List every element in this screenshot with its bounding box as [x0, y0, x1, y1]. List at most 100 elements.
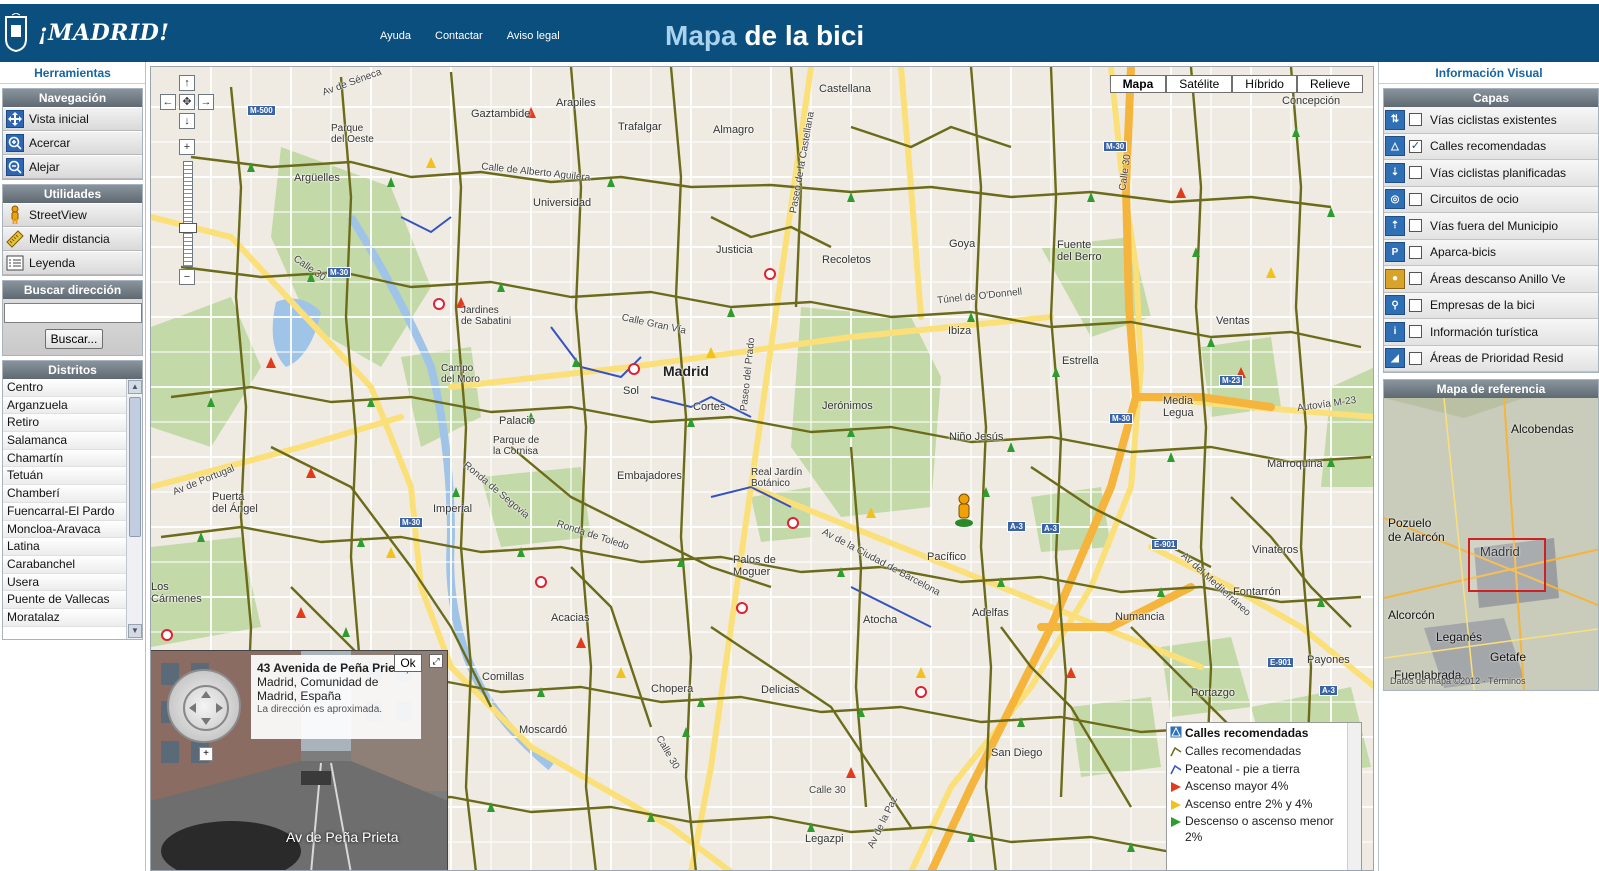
streetview-zoom-in-icon[interactable]: + — [199, 747, 213, 761]
legend-item-moderate: Ascenso entre 2% y 4% — [1167, 796, 1361, 814]
map-label-jeronimos: Jerónimos — [822, 400, 873, 412]
map-label-nino-jesus: Niño Jesús — [949, 431, 1004, 443]
zoom-out-button[interactable]: Alejar — [3, 155, 142, 179]
layer-label: Calles recomendadas — [1430, 139, 1547, 154]
streetview-button[interactable]: StreetView — [3, 203, 142, 227]
streetview-nav-control[interactable] — [167, 669, 241, 743]
map-label-numancia: Numancia — [1115, 611, 1165, 623]
nav-contactar[interactable]: Contactar — [435, 30, 483, 42]
layer-label: Circuitos de ocio — [1430, 192, 1519, 207]
move-icon — [5, 109, 25, 129]
districts-list: Centro Arganzuela Retiro Salamanca Chama… — [3, 379, 127, 627]
scroll-thumb[interactable] — [129, 397, 141, 537]
map-zoom-out-icon[interactable]: − — [179, 269, 195, 285]
streetview-panel[interactable]: + 43 Avenida de Peña Prieta, Madrid, Com… — [151, 650, 448, 870]
district-chamberi[interactable]: Chamberí — [3, 485, 127, 503]
district-latina[interactable]: Latina — [3, 538, 127, 556]
layer-checkbox[interactable] — [1409, 272, 1422, 286]
hwy-shield-e901-a: E-901 — [1151, 539, 1179, 550]
rest-area-icon: ● — [1385, 268, 1405, 289]
layer-areas-prioridad[interactable]: ◢ Áreas de Prioridad Resid — [1384, 345, 1598, 372]
district-puente-vallecas[interactable]: Puente de Vallecas — [3, 591, 127, 609]
layer-checkbox[interactable] — [1409, 113, 1422, 127]
legend-title-icon — [1170, 726, 1182, 738]
zoom-slider-thumb[interactable] — [179, 223, 197, 233]
map-zoom-in-icon[interactable]: + — [179, 139, 195, 155]
map-label-sol: Sol — [623, 385, 639, 397]
district-tetuan[interactable]: Tetuán — [3, 467, 127, 486]
district-fuencarral[interactable]: Fuencarral-El Pardo — [3, 502, 127, 521]
layer-areas-descanso[interactable]: ● Áreas descanso Anillo Ve — [1384, 266, 1598, 293]
district-usera[interactable]: Usera — [3, 573, 127, 592]
legend-scrollbar[interactable] — [1347, 723, 1361, 870]
layer-empresas-bici[interactable]: ⚲ Empresas de la bici — [1384, 292, 1598, 319]
legend-button[interactable]: Leyenda — [3, 251, 142, 275]
address-search-input[interactable] — [3, 303, 142, 323]
measure-distance-button[interactable]: Medir distancia — [3, 227, 142, 251]
priority-area-icon: ◢ — [1385, 348, 1405, 369]
map-canvas[interactable]: Madrid Arapiles Castellana Gaztambide Tr… — [150, 66, 1374, 871]
layer-checkbox[interactable] — [1409, 351, 1422, 365]
search-button[interactable]: Buscar... — [45, 329, 103, 349]
layer-calles-recomendadas[interactable]: △ ✓ Calles recomendadas — [1384, 133, 1598, 160]
zoom-out-icon — [5, 157, 25, 177]
scroll-down-icon[interactable]: ▼ — [128, 624, 142, 638]
layer-checkbox-checked[interactable]: ✓ — [1409, 139, 1422, 153]
layer-checkbox[interactable] — [1409, 298, 1422, 312]
map-label-comillas: Comillas — [482, 671, 525, 683]
district-chamartin[interactable]: Chamartín — [3, 449, 127, 468]
layer-checkbox[interactable] — [1409, 325, 1422, 339]
initial-view-button[interactable]: Vista inicial — [3, 107, 142, 131]
district-moratalaz[interactable]: Moratalaz — [3, 608, 127, 627]
reference-map[interactable]: Alcobendas Madrid Pozuelo de Alarcón Alc… — [1384, 398, 1598, 690]
pan-down-icon[interactable]: ↓ — [179, 113, 195, 129]
district-carabanchel[interactable]: Carabanchel — [3, 555, 127, 574]
zoom-slider-track[interactable] — [183, 161, 193, 267]
madrid-logo[interactable]: ¡MADRID! — [4, 10, 169, 56]
streetview-ok-button[interactable]: Ok — [394, 654, 422, 672]
map-label-castellana: Castellana — [819, 83, 871, 95]
layer-vias-ciclistas[interactable]: ⇅ Vías ciclistas existentes — [1384, 107, 1598, 134]
layer-vias-planificadas[interactable]: ⇣ Vías ciclistas planificadas — [1384, 160, 1598, 187]
olive-line-icon — [1170, 746, 1182, 757]
layer-circuitos-ocio[interactable]: ◎ Circuitos de ocio — [1384, 186, 1598, 213]
districts-scrollbar[interactable]: ▲ ▼ — [126, 379, 142, 639]
map-type-hibrido[interactable]: Híbrido — [1232, 75, 1297, 93]
measure-distance-label: Medir distancia — [29, 232, 110, 246]
nav-ayuda[interactable]: Ayuda — [380, 30, 411, 42]
madrid-shield-icon — [5, 13, 27, 53]
pan-left-icon[interactable]: ← — [160, 94, 176, 110]
district-moncloa[interactable]: Moncloa-Aravaca — [3, 520, 127, 539]
map-label-madrid: Madrid — [663, 363, 709, 379]
utilities-header: Utilidades — [3, 185, 142, 203]
map-type-satelite[interactable]: Satélite — [1166, 75, 1233, 93]
streetview-expand-icon[interactable]: ⤢ — [429, 654, 443, 668]
layer-checkbox[interactable] — [1409, 192, 1422, 206]
district-retiro[interactable]: Retiro — [3, 414, 127, 433]
district-salamanca[interactable]: Salamanca — [3, 432, 127, 450]
map-label-cortes: Cortes — [693, 401, 726, 413]
district-arganzuela[interactable]: Arganzuela — [3, 396, 127, 415]
layer-informacion-turistica[interactable]: i Información turística — [1384, 319, 1598, 346]
layer-vias-fuera[interactable]: ⇡ Vías fuera del Municipio — [1384, 213, 1598, 240]
scroll-up-icon[interactable]: ▲ — [128, 380, 142, 394]
pan-center-icon[interactable]: ✥ — [179, 94, 195, 110]
pan-right-icon[interactable]: → — [198, 94, 214, 110]
recommended-streets-icon: △ — [1385, 136, 1405, 157]
yellow-arrow-icon — [1171, 799, 1181, 810]
layer-checkbox[interactable] — [1409, 219, 1422, 233]
map-label-real-jardin: Real Jardín Botánico — [751, 467, 803, 489]
map-type-mapa[interactable]: Mapa — [1109, 75, 1167, 93]
layer-aparca-bicis[interactable]: P Aparca-bicis — [1384, 239, 1598, 266]
pan-up-icon[interactable]: ↑ — [179, 75, 195, 91]
legend-title-text: Calles recomendadas — [1185, 726, 1309, 740]
district-centro[interactable]: Centro — [3, 379, 127, 397]
road-label-calle30-d: Calle 30 — [809, 785, 846, 796]
layer-checkbox[interactable] — [1409, 245, 1422, 259]
zoom-in-button[interactable]: Acercar — [3, 131, 142, 155]
reference-viewport-box[interactable] — [1468, 538, 1546, 592]
layer-checkbox[interactable] — [1409, 166, 1422, 180]
map-type-relieve[interactable]: Relieve — [1296, 75, 1363, 93]
nav-aviso-legal[interactable]: Aviso legal — [507, 30, 560, 42]
map-label-embajadores: Embajadores — [617, 470, 682, 482]
